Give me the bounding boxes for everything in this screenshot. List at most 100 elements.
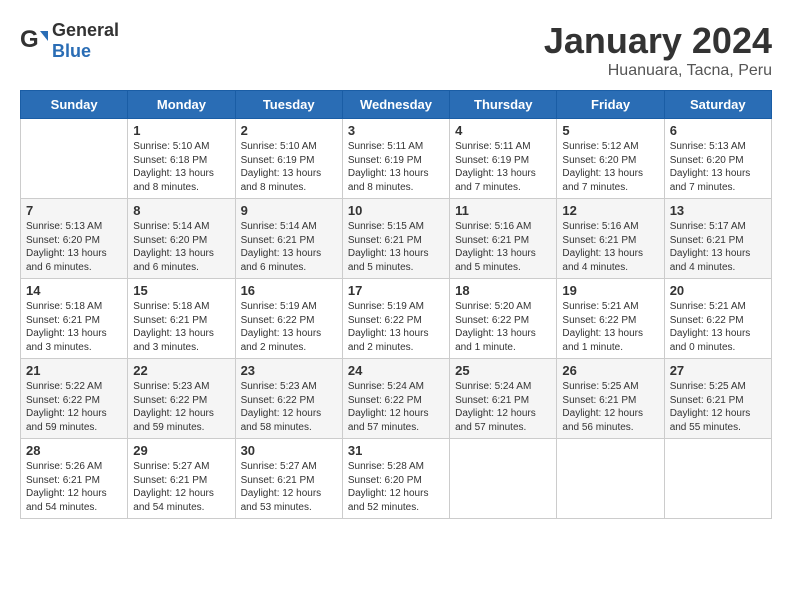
calendar-cell: 22 Sunrise: 5:23 AM Sunset: 6:22 PM Dayli… xyxy=(128,359,235,439)
cell-info: Sunrise: 5:22 AM Sunset: 6:22 PM Dayligh… xyxy=(26,380,122,434)
cell-info: Sunrise: 5:11 AM Sunset: 6:19 PM Dayligh… xyxy=(455,140,551,194)
cell-info: Sunrise: 5:13 AM Sunset: 6:20 PM Dayligh… xyxy=(26,220,122,274)
svg-text:G: G xyxy=(20,27,39,53)
calendar-cell: 30Sunrise: 5:27 AM Sunset: 6:21 PM Dayli… xyxy=(235,439,342,519)
date-number: 22 xyxy=(133,363,229,378)
calendar-table: SundayMondayTuesdayWednesdayThursdayFrid… xyxy=(20,90,772,519)
date-number: 16 xyxy=(241,283,337,298)
cell-info: Sunrise: 5:14 AM Sunset: 6:20 PM Dayligh… xyxy=(133,220,229,274)
calendar-cell: 13 Sunrise: 5:17 AM Sunset: 6:21 PM Dayli… xyxy=(664,199,771,279)
calendar-cell xyxy=(450,439,557,519)
date-number: 27 xyxy=(670,363,766,378)
date-number: 8 xyxy=(133,203,229,218)
calendar-cell: 2 Sunrise: 5:10 AM Sunset: 6:19 PM Daylig… xyxy=(235,119,342,199)
header: G General Blue January 2024 Huanuara, Ta… xyxy=(20,20,772,80)
cell-info: Sunrise: 5:25 AM Sunset: 6:21 PM Dayligh… xyxy=(670,380,766,434)
day-header-monday: Monday xyxy=(128,91,235,119)
week-row-3: 14 Sunrise: 5:18 AM Sunset: 6:21 PM Dayli… xyxy=(21,279,772,359)
date-number: 31 xyxy=(348,443,444,458)
calendar-cell: 1 Sunrise: 5:10 AM Sunset: 6:18 PM Daylig… xyxy=(128,119,235,199)
cell-info: Sunrise: 5:16 AM Sunset: 6:21 PM Dayligh… xyxy=(455,220,551,274)
day-header-wednesday: Wednesday xyxy=(342,91,449,119)
calendar-cell: 16 Sunrise: 5:19 AM Sunset: 6:22 PM Dayli… xyxy=(235,279,342,359)
date-number: 7 xyxy=(26,203,122,218)
calendar-cell: 26 Sunrise: 5:25 AM Sunset: 6:21 PM Dayli… xyxy=(557,359,664,439)
calendar-cell: 9 Sunrise: 5:14 AM Sunset: 6:21 PM Daylig… xyxy=(235,199,342,279)
calendar-cell: 23 Sunrise: 5:23 AM Sunset: 6:22 PM Dayli… xyxy=(235,359,342,439)
date-number: 17 xyxy=(348,283,444,298)
date-number: 9 xyxy=(241,203,337,218)
week-row-1: 1 Sunrise: 5:10 AM Sunset: 6:18 PM Daylig… xyxy=(21,119,772,199)
cell-info: Sunrise: 5:19 AM Sunset: 6:22 PM Dayligh… xyxy=(348,300,444,354)
date-number: 12 xyxy=(562,203,658,218)
date-number: 10 xyxy=(348,203,444,218)
cell-info: Sunrise: 5:17 AM Sunset: 6:21 PM Dayligh… xyxy=(670,220,766,274)
calendar-cell: 25Sunrise: 5:24 AM Sunset: 6:21 PM Dayli… xyxy=(450,359,557,439)
cell-info: Sunrise: 5:18 AM Sunset: 6:21 PM Dayligh… xyxy=(133,300,229,354)
date-number: 24 xyxy=(348,363,444,378)
day-header-thursday: Thursday xyxy=(450,91,557,119)
cell-info: Sunrise: 5:27 AM Sunset: 6:21 PM Dayligh… xyxy=(241,460,337,514)
logo-text: General Blue xyxy=(52,20,119,62)
calendar-cell: 27 Sunrise: 5:25 AM Sunset: 6:21 PM Dayli… xyxy=(664,359,771,439)
calendar-cell: 20 Sunrise: 5:21 AM Sunset: 6:22 PM Dayli… xyxy=(664,279,771,359)
calendar-cell: 7 Sunrise: 5:13 AM Sunset: 6:20 PM Daylig… xyxy=(21,199,128,279)
calendar-cell xyxy=(664,439,771,519)
logo-icon: G xyxy=(20,27,48,55)
date-number: 6 xyxy=(670,123,766,138)
day-header-friday: Friday xyxy=(557,91,664,119)
day-header-saturday: Saturday xyxy=(664,91,771,119)
calendar-cell xyxy=(21,119,128,199)
cell-info: Sunrise: 5:23 AM Sunset: 6:22 PM Dayligh… xyxy=(241,380,337,434)
calendar-cell: 8 Sunrise: 5:14 AM Sunset: 6:20 PM Daylig… xyxy=(128,199,235,279)
day-header-sunday: Sunday xyxy=(21,91,128,119)
logo-blue: Blue xyxy=(52,41,91,61)
date-number: 4 xyxy=(455,123,551,138)
cell-info: Sunrise: 5:20 AM Sunset: 6:22 PM Dayligh… xyxy=(455,300,551,354)
date-number: 1 xyxy=(133,123,229,138)
calendar-cell: 24 Sunrise: 5:24 AM Sunset: 6:22 PM Dayli… xyxy=(342,359,449,439)
cell-info: Sunrise: 5:13 AM Sunset: 6:20 PM Dayligh… xyxy=(670,140,766,194)
week-row-4: 21 Sunrise: 5:22 AM Sunset: 6:22 PM Dayli… xyxy=(21,359,772,439)
date-number: 14 xyxy=(26,283,122,298)
cell-info: Sunrise: 5:24 AM Sunset: 6:21 PM Dayligh… xyxy=(455,380,551,434)
page-title: January 2024 xyxy=(544,20,772,62)
cell-info: Sunrise: 5:18 AM Sunset: 6:21 PM Dayligh… xyxy=(26,300,122,354)
date-number: 2 xyxy=(241,123,337,138)
week-row-2: 7 Sunrise: 5:13 AM Sunset: 6:20 PM Daylig… xyxy=(21,199,772,279)
cell-info: Sunrise: 5:11 AM Sunset: 6:19 PM Dayligh… xyxy=(348,140,444,194)
cell-info: Sunrise: 5:10 AM Sunset: 6:18 PM Dayligh… xyxy=(133,140,229,194)
cell-info: Sunrise: 5:10 AM Sunset: 6:19 PM Dayligh… xyxy=(241,140,337,194)
cell-info: Sunrise: 5:24 AM Sunset: 6:22 PM Dayligh… xyxy=(348,380,444,434)
calendar-cell: 12 Sunrise: 5:16 AM Sunset: 6:21 PM Dayli… xyxy=(557,199,664,279)
cell-info: Sunrise: 5:21 AM Sunset: 6:22 PM Dayligh… xyxy=(670,300,766,354)
date-number: 28 xyxy=(26,443,122,458)
date-number: 23 xyxy=(241,363,337,378)
cell-info: Sunrise: 5:15 AM Sunset: 6:21 PM Dayligh… xyxy=(348,220,444,274)
title-area: January 2024 Huanuara, Tacna, Peru xyxy=(544,20,772,80)
date-number: 5 xyxy=(562,123,658,138)
calendar-cell: 3Sunrise: 5:11 AM Sunset: 6:19 PM Daylig… xyxy=(342,119,449,199)
cell-info: Sunrise: 5:16 AM Sunset: 6:21 PM Dayligh… xyxy=(562,220,658,274)
date-number: 18 xyxy=(455,283,551,298)
date-number: 19 xyxy=(562,283,658,298)
logo-general: General xyxy=(52,20,119,40)
date-number: 15 xyxy=(133,283,229,298)
date-number: 13 xyxy=(670,203,766,218)
date-number: 26 xyxy=(562,363,658,378)
logo: G General Blue xyxy=(20,20,119,62)
date-number: 20 xyxy=(670,283,766,298)
calendar-cell: 5Sunrise: 5:12 AM Sunset: 6:20 PM Daylig… xyxy=(557,119,664,199)
cell-info: Sunrise: 5:25 AM Sunset: 6:21 PM Dayligh… xyxy=(562,380,658,434)
calendar-cell: 29Sunrise: 5:27 AM Sunset: 6:21 PM Dayli… xyxy=(128,439,235,519)
calendar-cell: 18 Sunrise: 5:20 AM Sunset: 6:22 PM Dayli… xyxy=(450,279,557,359)
cell-info: Sunrise: 5:19 AM Sunset: 6:22 PM Dayligh… xyxy=(241,300,337,354)
date-number: 21 xyxy=(26,363,122,378)
calendar-cell: 11Sunrise: 5:16 AM Sunset: 6:21 PM Dayli… xyxy=(450,199,557,279)
page-subtitle: Huanuara, Tacna, Peru xyxy=(544,62,772,80)
calendar-cell xyxy=(557,439,664,519)
calendar-cell: 4 Sunrise: 5:11 AM Sunset: 6:19 PM Daylig… xyxy=(450,119,557,199)
calendar-cell: 15 Sunrise: 5:18 AM Sunset: 6:21 PM Dayli… xyxy=(128,279,235,359)
cell-info: Sunrise: 5:14 AM Sunset: 6:21 PM Dayligh… xyxy=(241,220,337,274)
cell-info: Sunrise: 5:23 AM Sunset: 6:22 PM Dayligh… xyxy=(133,380,229,434)
